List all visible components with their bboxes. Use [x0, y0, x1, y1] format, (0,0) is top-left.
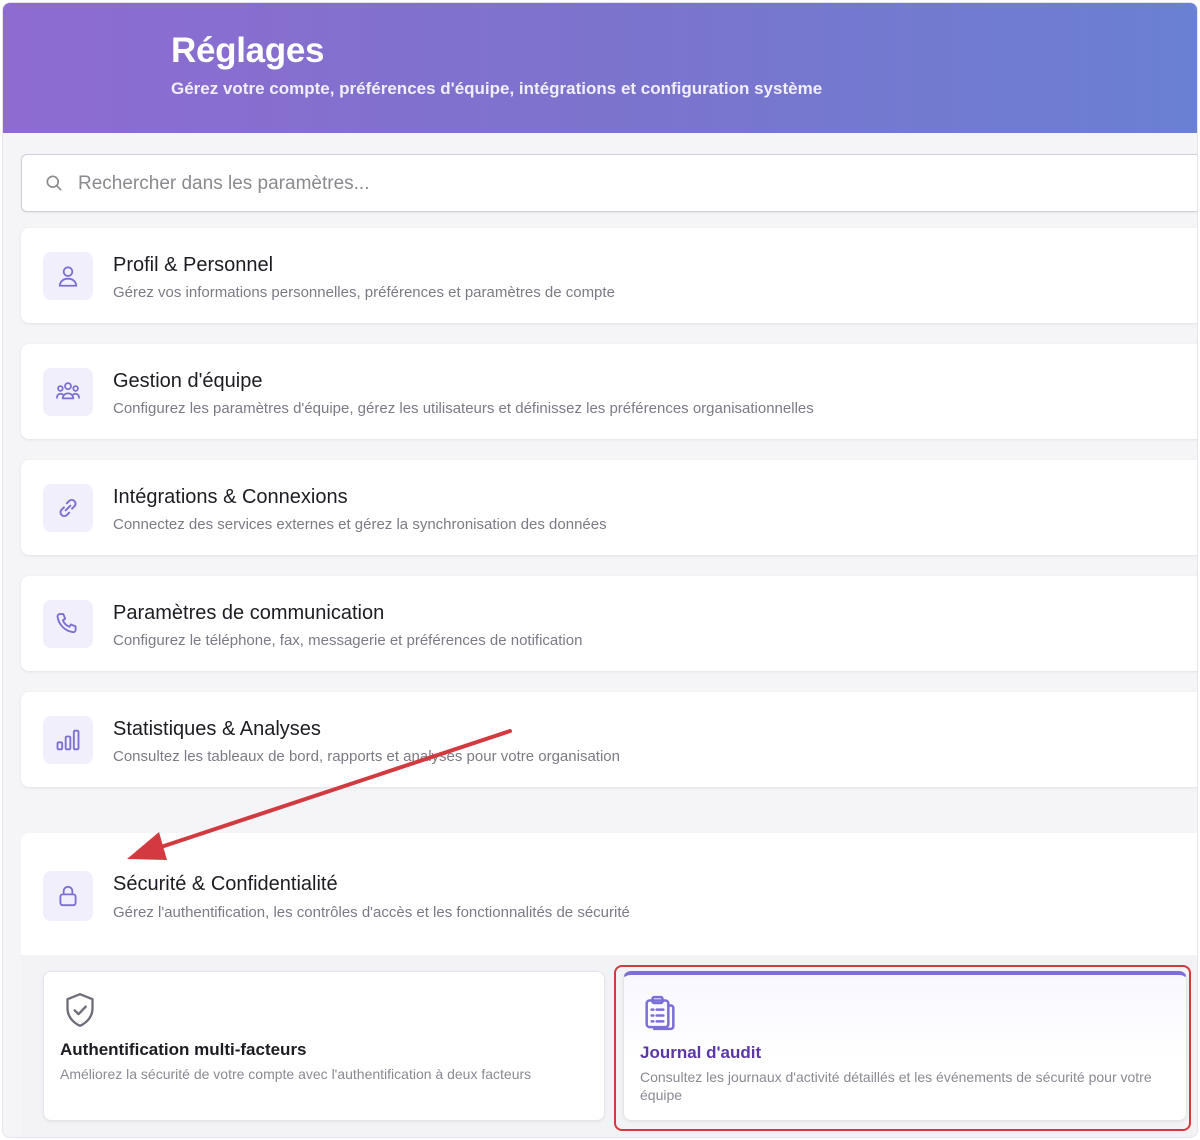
card-title: Sécurité & Confidentialité [113, 873, 338, 895]
card-title: Gestion d'équipe [113, 370, 263, 392]
settings-window: Réglages Gérez votre compte, préférences… [2, 2, 1198, 1138]
search-icon [46, 175, 62, 191]
team-icon [56, 382, 80, 400]
card-description: Gérez vos informations personnelles, pré… [113, 284, 615, 301]
lock-icon [59, 885, 77, 907]
user-icon [58, 266, 78, 287]
security-option-mfa[interactable]: Authentification multi-facteurs Améliore… [43, 971, 605, 1121]
card-title: Profil & Personnel [113, 254, 274, 276]
card-description: Consultez les tableaux de bord, rapports… [113, 748, 620, 765]
page-header: Réglages Gérez votre compte, préférences… [3, 3, 1197, 133]
card-description: Configurez le téléphone, fax, messagerie… [113, 632, 583, 649]
card-title: Intégrations & Connexions [113, 486, 348, 508]
settings-card-communication[interactable]: Paramètres de communication Configurez l… [21, 576, 1197, 671]
card-icon-box [43, 368, 93, 416]
option-description: Améliorez la sécurité de votre compte av… [60, 1066, 532, 1082]
card-icon-box [43, 252, 93, 300]
search-input[interactable] [78, 169, 878, 199]
settings-card-analytics[interactable]: Statistiques & Analyses Consultez les ta… [21, 692, 1197, 787]
settings-card-profile[interactable]: Profil & Personnel Gérez vos information… [21, 228, 1197, 323]
phone-icon [56, 613, 77, 634]
card-description: Connectez des services externes et gérez… [113, 516, 607, 533]
search-bar[interactable] [21, 154, 1197, 212]
settings-card-security[interactable]: Sécurité & Confidentialité Gérez l'authe… [21, 833, 1197, 955]
card-description: Configurez les paramètres d'équipe, gére… [113, 400, 814, 417]
page-title: Réglages [171, 31, 325, 70]
card-icon-box [43, 484, 93, 532]
option-title: Journal d'audit [640, 1043, 762, 1062]
card-title: Statistiques & Analyses [113, 718, 321, 740]
settings-card-team[interactable]: Gestion d'équipe Configurez les paramètr… [21, 344, 1197, 439]
chart-icon [56, 729, 80, 751]
clipboard-list-icon [645, 995, 675, 1031]
card-icon-box [43, 600, 93, 648]
card-icon-box [43, 716, 93, 764]
card-icon-box [43, 871, 93, 921]
shield-check-icon [66, 993, 94, 1027]
link-icon [59, 498, 77, 518]
card-description: Gérez l'authentification, les contrôles … [113, 904, 630, 921]
settings-card-integrations[interactable]: Intégrations & Connexions Connectez des … [21, 460, 1197, 555]
card-title: Paramètres de communication [113, 602, 385, 624]
security-section: Sécurité & Confidentialité Gérez l'authe… [21, 833, 1197, 1137]
page-subtitle: Gérez votre compte, préférences d'équipe… [171, 79, 823, 98]
option-title: Authentification multi-facteurs [60, 1040, 307, 1059]
security-option-audit-log[interactable]: Journal d'audit Consultez les journaux d… [623, 971, 1187, 1121]
option-description: Consultez les journaux d'activité détail… [640, 1069, 1152, 1103]
